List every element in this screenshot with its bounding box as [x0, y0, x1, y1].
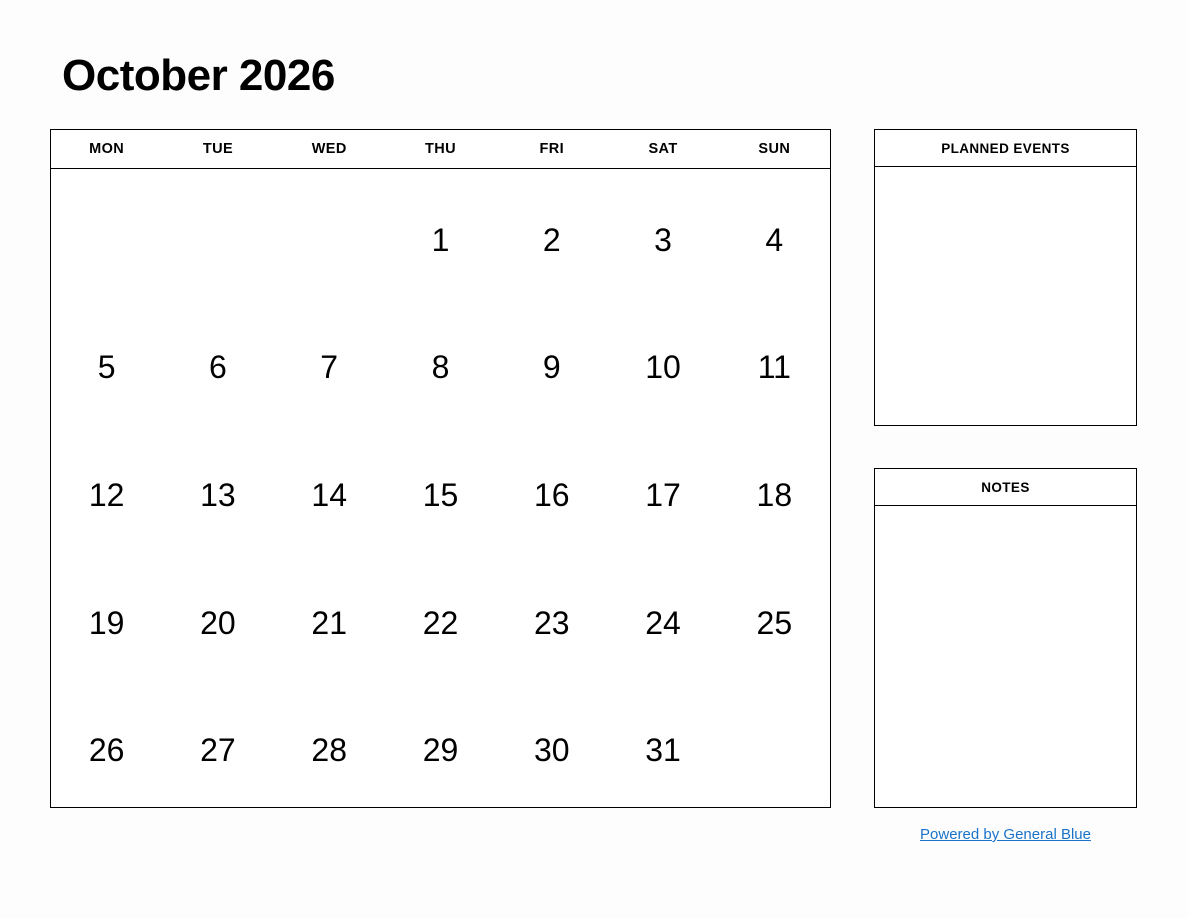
- calendar-grid: MON TUE WED THU FRI SAT SUN 1 2 3 4 5 6 …: [50, 129, 831, 808]
- day-cell[interactable]: 30: [496, 679, 607, 807]
- weekday-header-sat: SAT: [648, 141, 678, 157]
- week-row: 12 13 14 15 16 17 18: [51, 424, 830, 552]
- notes-header: NOTES: [875, 469, 1136, 506]
- day-cell[interactable]: 19: [51, 552, 162, 680]
- day-cell[interactable]: 18: [719, 424, 830, 552]
- day-cell[interactable]: 27: [162, 679, 273, 807]
- day-cell[interactable]: 25: [719, 552, 830, 680]
- day-cell[interactable]: 15: [385, 424, 496, 552]
- day-cell[interactable]: 26: [51, 679, 162, 807]
- day-cell[interactable]: 11: [719, 297, 830, 425]
- planned-events-body[interactable]: [875, 167, 1136, 425]
- day-cell[interactable]: 4: [719, 169, 830, 297]
- day-cell[interactable]: 20: [162, 552, 273, 680]
- day-cell[interactable]: 31: [607, 679, 718, 807]
- day-cell[interactable]: 12: [51, 424, 162, 552]
- weekday-header-row: MON TUE WED THU FRI SAT SUN: [51, 130, 830, 169]
- day-cell[interactable]: 23: [496, 552, 607, 680]
- day-cell[interactable]: 3: [607, 169, 718, 297]
- week-row: 1 2 3 4: [51, 169, 830, 297]
- weekday-header-fri: FRI: [539, 141, 565, 157]
- day-cell[interactable]: 24: [607, 552, 718, 680]
- weekday-header-sun: SUN: [758, 141, 791, 157]
- weekday-header-wed: WED: [311, 141, 347, 157]
- day-cell[interactable]: 5: [51, 297, 162, 425]
- day-cell[interactable]: 10: [607, 297, 718, 425]
- page-title: October 2026: [62, 51, 335, 100]
- day-cell[interactable]: 14: [274, 424, 385, 552]
- planned-events-header: PLANNED EVENTS: [875, 130, 1136, 167]
- day-cell[interactable]: [162, 169, 273, 297]
- day-cell[interactable]: 6: [162, 297, 273, 425]
- notes-panel: NOTES: [874, 468, 1137, 808]
- day-cell[interactable]: 29: [385, 679, 496, 807]
- day-cell[interactable]: 1: [385, 169, 496, 297]
- day-cell[interactable]: 22: [385, 552, 496, 680]
- planned-events-panel: PLANNED EVENTS: [874, 129, 1137, 426]
- weekday-header-mon: MON: [89, 141, 125, 157]
- week-row: 19 20 21 22 23 24 25: [51, 552, 830, 680]
- day-cell[interactable]: 21: [274, 552, 385, 680]
- day-cell[interactable]: [51, 169, 162, 297]
- calendar-weeks: 1 2 3 4 5 6 7 8 9 10 11 12 13 14 15 16 1…: [51, 169, 830, 807]
- day-cell[interactable]: 17: [607, 424, 718, 552]
- powered-by-general-blue-link[interactable]: Powered by General Blue: [874, 826, 1137, 843]
- weekday-header-tue: TUE: [202, 141, 234, 157]
- day-cell[interactable]: 8: [385, 297, 496, 425]
- weekday-header-thu: THU: [424, 141, 456, 157]
- notes-body[interactable]: [875, 506, 1136, 807]
- calendar-page: October 2026 MON TUE WED THU FRI SAT SUN…: [0, 0, 1188, 918]
- day-cell[interactable]: [274, 169, 385, 297]
- day-cell[interactable]: [719, 679, 830, 807]
- day-cell[interactable]: 28: [274, 679, 385, 807]
- week-row: 5 6 7 8 9 10 11: [51, 297, 830, 425]
- day-cell[interactable]: 9: [496, 297, 607, 425]
- day-cell[interactable]: 7: [274, 297, 385, 425]
- day-cell[interactable]: 2: [496, 169, 607, 297]
- day-cell[interactable]: 16: [496, 424, 607, 552]
- week-row: 26 27 28 29 30 31: [51, 679, 830, 807]
- day-cell[interactable]: 13: [162, 424, 273, 552]
